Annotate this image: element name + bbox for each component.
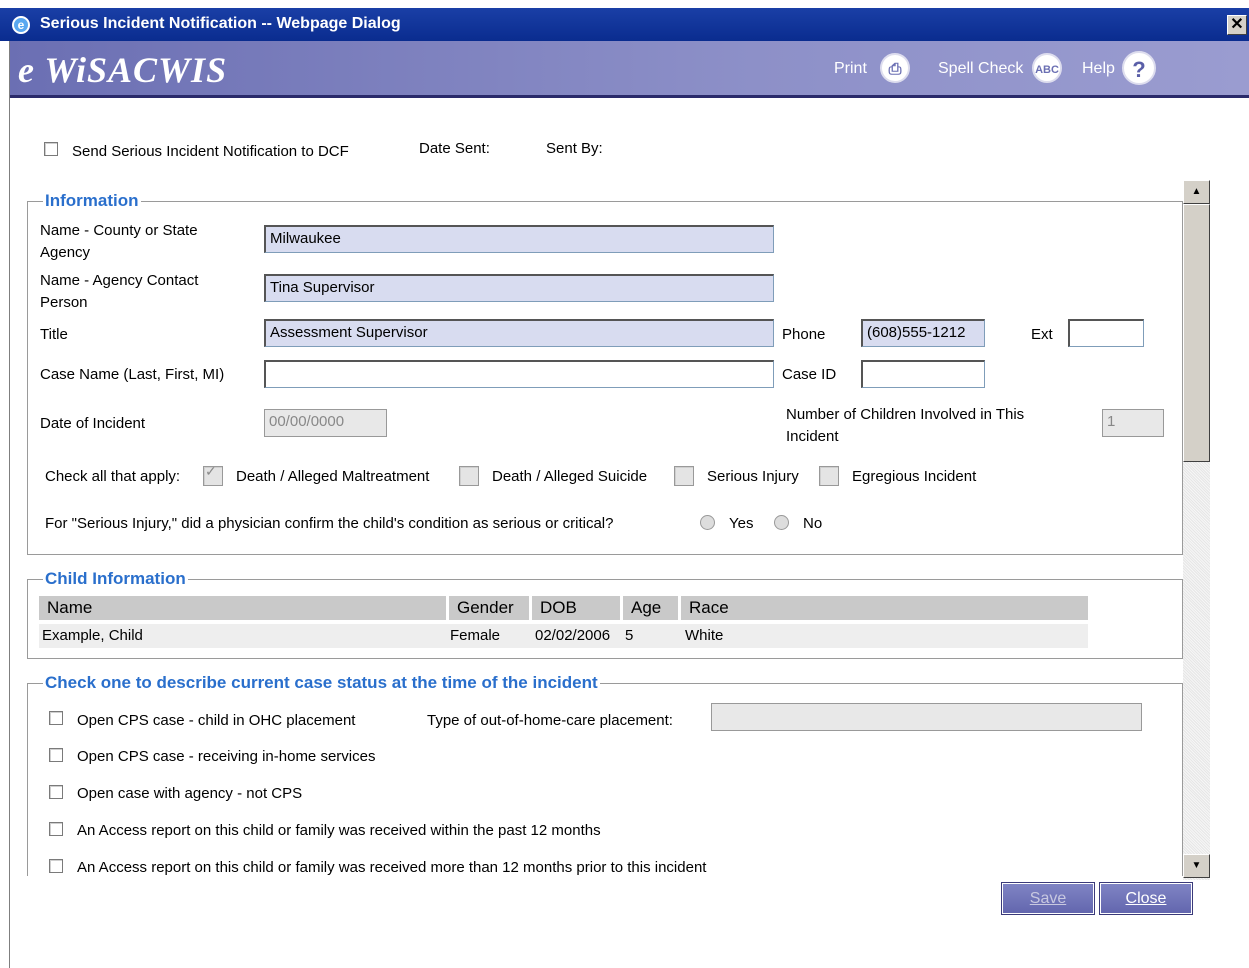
- window-title-bar: e Serious Incident Notification -- Webpa…: [0, 8, 1249, 41]
- scrollbar-thumb[interactable]: [1183, 204, 1210, 462]
- send-notification-checkbox[interactable]: [44, 142, 58, 156]
- sent-by-label: Sent By:: [546, 140, 603, 157]
- placement-type-label: Type of out-of-home-care placement:: [427, 712, 673, 729]
- physician-question: For "Serious Injury," did a physician co…: [45, 515, 614, 532]
- col-header-name[interactable]: Name: [39, 596, 446, 620]
- spell-check-icon[interactable]: ABC: [1032, 53, 1062, 83]
- case-id-field[interactable]: [861, 360, 985, 388]
- placement-type-field[interactable]: [711, 703, 1142, 731]
- case-status-legend: Check one to describe current case statu…: [43, 673, 600, 693]
- cell-gender: Female: [450, 627, 501, 644]
- ohc-placement-label: Open CPS case - child in OHC placement: [77, 712, 356, 729]
- access-within-12-label: An Access report on this child or family…: [77, 822, 601, 839]
- window-close-button[interactable]: ✕: [1227, 15, 1247, 35]
- access-within-12-checkbox[interactable]: [49, 822, 63, 836]
- app-logo: e WiSACWIS: [18, 50, 228, 90]
- physician-yes-label: Yes: [729, 515, 754, 532]
- agency-not-cps-label: Open case with agency - not CPS: [77, 785, 303, 802]
- vertical-scrollbar[interactable]: ▲ ▼: [1183, 180, 1210, 880]
- print-link[interactable]: Print: [834, 60, 867, 78]
- date-of-incident-label: Date of Incident: [40, 415, 146, 432]
- ext-field[interactable]: [1068, 319, 1144, 347]
- physician-no-radio[interactable]: [774, 515, 789, 530]
- col-header-age[interactable]: Age: [623, 596, 678, 620]
- ie-icon: e: [12, 16, 30, 34]
- serious-injury-label: Serious Injury: [707, 468, 799, 485]
- access-over-12-checkbox[interactable]: [49, 859, 63, 873]
- help-link[interactable]: Help: [1082, 60, 1115, 78]
- in-home-services-checkbox[interactable]: [49, 748, 63, 762]
- col-header-gender[interactable]: Gender: [449, 596, 529, 620]
- case-id-label: Case ID: [782, 366, 837, 383]
- in-home-services-label: Open CPS case - receiving in-home servic…: [77, 748, 376, 765]
- col-header-dob[interactable]: DOB: [532, 596, 620, 620]
- date-of-incident-field[interactable]: 00/00/0000: [264, 409, 387, 437]
- cell-age: 5: [625, 627, 634, 644]
- window-title: Serious Incident Notification -- Webpage…: [40, 15, 401, 32]
- scroll-up-arrow-icon[interactable]: ▲: [1183, 180, 1210, 204]
- check-all-label: Check all that apply:: [45, 468, 181, 485]
- printer-icon[interactable]: ⎙: [880, 53, 910, 83]
- save-button[interactable]: Save: [1001, 882, 1095, 915]
- cell-race: White: [685, 627, 724, 644]
- phone-label: Phone: [782, 326, 826, 343]
- date-sent-label: Date Sent:: [419, 140, 490, 157]
- send-notification-label: Send Serious Incident Notification to DC…: [72, 143, 349, 160]
- case-name-label: Case Name (Last, First, MI): [40, 366, 225, 383]
- help-icon[interactable]: ?: [1122, 51, 1156, 85]
- access-over-12-label: An Access report on this child or family…: [77, 859, 707, 876]
- egregious-checkbox[interactable]: [819, 466, 839, 486]
- close-button[interactable]: Close: [1099, 882, 1193, 915]
- num-children-label: Number of Children Involved in This Inci…: [786, 406, 1025, 445]
- agency-not-cps-checkbox[interactable]: [49, 785, 63, 799]
- num-children-field[interactable]: 1: [1102, 409, 1164, 437]
- agency-label: Name - County or State Agency: [40, 222, 198, 261]
- death-suicide-checkbox[interactable]: [459, 466, 479, 486]
- title-field[interactable]: Assessment Supervisor: [264, 319, 774, 347]
- cell-name: Example, Child: [42, 627, 143, 644]
- serious-injury-checkbox[interactable]: [674, 466, 694, 486]
- contact-field[interactable]: Tina Supervisor: [264, 274, 774, 302]
- death-maltreatment-label: Death / Alleged Maltreatment: [236, 468, 430, 485]
- agency-field[interactable]: Milwaukee: [264, 225, 774, 253]
- child-info-legend: Child Information: [43, 569, 188, 589]
- title-label: Title: [40, 326, 68, 343]
- death-maltreatment-checkbox[interactable]: [203, 463, 223, 486]
- phone-field[interactable]: (608)555-1212: [861, 319, 985, 347]
- scroll-down-arrow-icon[interactable]: ▼: [1183, 854, 1210, 878]
- app-header: e WiSACWIS Print ⎙ Spell Check ABC Help …: [10, 41, 1249, 98]
- cell-dob: 02/02/2006: [535, 627, 611, 644]
- ext-label: Ext: [1031, 326, 1053, 343]
- death-suicide-label: Death / Alleged Suicide: [492, 468, 648, 485]
- dialog-left-border: [9, 41, 10, 968]
- physician-yes-radio[interactable]: [700, 515, 715, 530]
- physician-no-label: No: [803, 515, 823, 532]
- egregious-label: Egregious Incident: [852, 468, 977, 485]
- information-legend: Information: [43, 191, 141, 211]
- case-name-field[interactable]: [264, 360, 774, 388]
- ohc-placement-checkbox[interactable]: [49, 711, 63, 725]
- col-header-race[interactable]: Race: [681, 596, 1088, 620]
- spell-check-link[interactable]: Spell Check: [938, 60, 1023, 78]
- contact-label: Name - Agency Contact Person: [40, 272, 199, 311]
